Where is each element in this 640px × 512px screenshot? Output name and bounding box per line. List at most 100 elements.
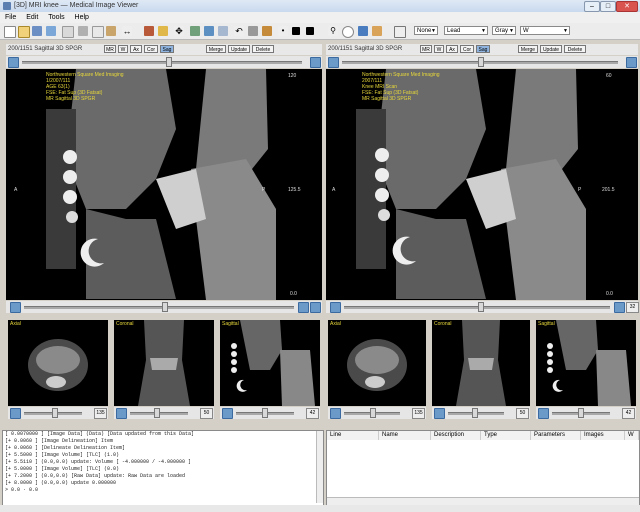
settings-icon[interactable] — [310, 57, 321, 68]
reset-icon[interactable] — [10, 302, 21, 313]
col-header-description[interactable]: Description — [431, 431, 481, 440]
square-fill-icon[interactable] — [292, 27, 300, 35]
right-thumb-sagittal[interactable]: Sagittal — [536, 320, 636, 406]
settings-icon[interactable] — [626, 57, 637, 68]
close-button[interactable]: ✕ — [616, 1, 638, 12]
display-icon[interactable] — [394, 26, 406, 38]
left-merge-button[interactable]: Merge — [206, 45, 226, 53]
reset-icon[interactable] — [10, 408, 21, 419]
move-arrows-icon[interactable]: ↔ — [122, 26, 132, 36]
right-update-button[interactable]: Update — [540, 45, 562, 53]
right-main-view[interactable]: Northwestern Square Med Imaging 2007/111… — [326, 69, 638, 300]
left-sagittal-button[interactable]: Sag — [160, 45, 174, 53]
log-scrollbar[interactable] — [316, 431, 323, 503]
copy-icon[interactable] — [92, 26, 104, 38]
right-bottom-slider[interactable]: 32 — [326, 301, 639, 313]
table-scrollbar[interactable] — [327, 497, 639, 505]
right-mr-button[interactable]: MR — [420, 45, 432, 53]
brush-icon[interactable] — [262, 26, 272, 36]
reset-icon[interactable] — [330, 302, 341, 313]
col-header-parameters[interactable]: Parameters — [531, 431, 581, 440]
minimize-button[interactable]: – — [584, 1, 600, 12]
print-icon[interactable] — [62, 26, 74, 38]
left-coronal-button[interactable]: Cor — [144, 45, 158, 53]
right-sagittal-button[interactable]: Sag — [476, 45, 490, 53]
left-main-view[interactable]: Northwestern Square Med Imaging 1/2007/1… — [6, 69, 322, 300]
slider-thumb[interactable] — [52, 408, 58, 418]
right-thumb-coronal[interactable]: Coronal — [432, 320, 530, 406]
col-header-images[interactable]: Images — [581, 431, 625, 440]
right-bottom-slider-track[interactable] — [344, 306, 610, 309]
mode-select[interactable]: None ▼ — [414, 26, 438, 35]
lead-select[interactable]: Lead ▼ — [444, 26, 488, 35]
save-as-icon[interactable] — [46, 26, 56, 36]
square-fill-large-icon[interactable] — [306, 27, 314, 35]
left-top-slider[interactable] — [6, 56, 322, 68]
pan-icon[interactable]: ✥ — [174, 26, 184, 36]
right-thumb-coronal-slider[interactable]: 50 — [432, 407, 530, 419]
left-top-slider-track[interactable] — [22, 61, 302, 64]
grid-icon[interactable] — [218, 26, 228, 36]
undo-icon[interactable]: ↶ — [234, 26, 244, 36]
zoom-icon[interactable] — [8, 57, 19, 68]
right-thumb-axial[interactable]: Axial — [328, 320, 426, 406]
cut-icon[interactable] — [78, 26, 88, 36]
flip-icon[interactable] — [204, 26, 214, 36]
eraser-icon[interactable] — [144, 26, 154, 36]
camera-icon[interactable] — [298, 302, 309, 313]
slider-thumb[interactable] — [262, 408, 268, 418]
left-axial-button[interactable]: Ax — [130, 45, 142, 53]
menu-file[interactable]: File — [5, 12, 16, 23]
reset-icon[interactable] — [116, 408, 127, 419]
menu-tools[interactable]: Tools — [48, 12, 64, 23]
tools-icon[interactable] — [372, 26, 382, 36]
left-thumb-coronal[interactable]: Coronal — [114, 320, 214, 406]
circle-icon[interactable] — [342, 26, 354, 38]
right-thumb-axial-slider[interactable]: 135 — [328, 407, 426, 419]
left-w-button[interactable]: W — [118, 45, 128, 53]
right-merge-button[interactable]: Merge — [518, 45, 538, 53]
menu-help[interactable]: Help — [75, 12, 89, 23]
new-file-icon[interactable] — [4, 26, 16, 38]
paste-icon[interactable] — [106, 26, 116, 36]
export-icon[interactable]: 32 — [626, 302, 639, 313]
left-delete-button[interactable]: Delete — [252, 45, 274, 53]
left-bottom-slider-thumb[interactable] — [162, 302, 168, 312]
palette-select[interactable]: Gray ▼ — [492, 26, 516, 35]
reset-icon[interactable] — [538, 408, 549, 419]
left-thumb-sagittal-slider[interactable]: 42 — [220, 407, 320, 419]
open-folder-icon[interactable] — [18, 26, 30, 38]
col-header-name[interactable]: Name — [379, 431, 431, 440]
left-update-button[interactable]: Update — [228, 45, 250, 53]
right-w-button[interactable]: W — [434, 45, 444, 53]
left-top-slider-thumb[interactable] — [166, 57, 172, 67]
slider-thumb[interactable] — [578, 408, 584, 418]
col-header-line[interactable]: Line — [327, 431, 379, 440]
col-header-type[interactable]: Type — [481, 431, 531, 440]
left-mr-button[interactable]: MR — [104, 45, 116, 53]
zoom-icon[interactable] — [328, 57, 339, 68]
layout-icon[interactable] — [358, 26, 368, 36]
eyedropper-icon[interactable]: ⚲ — [328, 26, 338, 36]
log-console[interactable]: [ 0.0070000 ] [Image Data] (Data) [Data … — [2, 430, 324, 506]
save-icon[interactable] — [32, 26, 42, 36]
slider-thumb[interactable] — [370, 408, 376, 418]
reset-icon[interactable] — [222, 408, 233, 419]
rotate-icon[interactable] — [190, 26, 200, 36]
right-delete-button[interactable]: Delete — [564, 45, 586, 53]
right-axial-button[interactable]: Ax — [446, 45, 458, 53]
camera-icon[interactable] — [614, 302, 625, 313]
right-thumb-sagittal-slider[interactable]: 42 — [536, 407, 636, 419]
right-top-slider[interactable] — [326, 56, 638, 68]
right-top-slider-thumb[interactable] — [478, 57, 484, 67]
reset-icon[interactable] — [330, 408, 341, 419]
dot-small-icon[interactable]: • — [278, 26, 288, 36]
export-icon[interactable] — [310, 302, 321, 313]
object-table[interactable]: Line Name Description Type Parameters Im… — [326, 430, 640, 506]
menu-edit[interactable]: Edit — [26, 12, 38, 23]
pencil-icon[interactable] — [158, 26, 168, 36]
left-bottom-slider-track[interactable] — [24, 306, 294, 309]
left-thumb-axial-slider[interactable]: 135 — [8, 407, 108, 419]
right-bottom-slider-thumb[interactable] — [478, 302, 484, 312]
left-thumb-axial[interactable]: Axial — [8, 320, 108, 406]
